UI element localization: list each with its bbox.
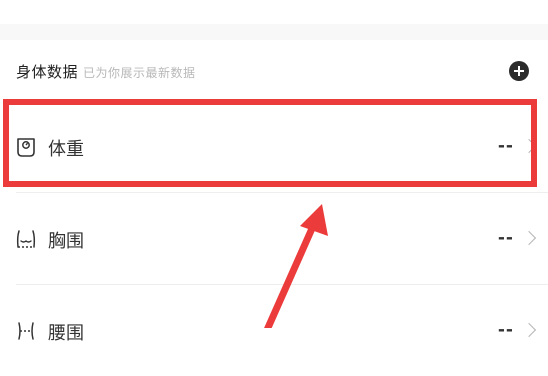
row-value: --: [497, 136, 514, 156]
waist-icon: [18, 322, 34, 340]
chest-icon: [16, 230, 36, 248]
body-data-header: 身体数据 已为你展示最新数据: [0, 40, 548, 102]
row-label: 腰围: [48, 323, 84, 344]
body-data-row-waist[interactable]: 腰围 --: [0, 286, 548, 376]
body-data-row-weight[interactable]: 体重 --: [0, 102, 548, 192]
body-data-row-chest[interactable]: 胸围 --: [0, 194, 548, 284]
chevron-right-icon: [521, 230, 537, 246]
row-value: --: [497, 228, 514, 248]
scale-icon: [17, 138, 35, 157]
add-data-button[interactable]: [509, 61, 529, 81]
section-title: 身体数据: [16, 63, 79, 81]
section-subtitle: 已为你展示最新数据: [83, 66, 196, 80]
divider: [16, 192, 548, 193]
row-value: --: [497, 320, 514, 340]
row-label: 胸围: [48, 231, 84, 252]
chevron-right-icon: [521, 138, 537, 154]
top-spacer: [0, 0, 548, 40]
chevron-right-icon: [521, 322, 537, 338]
row-label: 体重: [48, 139, 84, 160]
divider: [16, 284, 548, 285]
